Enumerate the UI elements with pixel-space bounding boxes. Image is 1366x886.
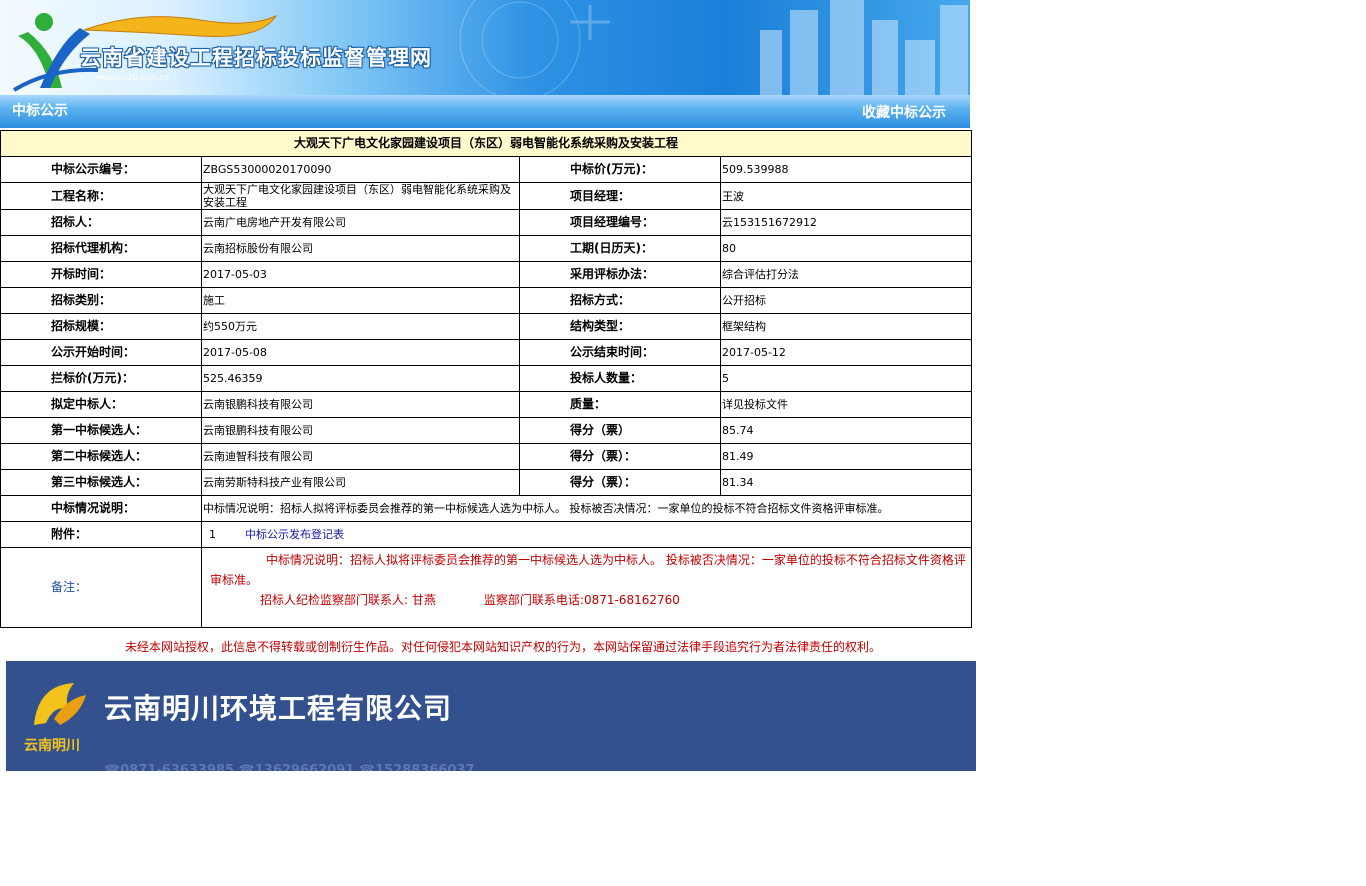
field-value: 2017-05-12 bbox=[719, 339, 973, 366]
field-value: 云南招标股份有限公司 bbox=[201, 235, 520, 262]
field-label: 拟定中标人： bbox=[0, 391, 202, 418]
field-value: 云南广电房地产开发有限公司 bbox=[201, 209, 520, 236]
field-label: 第二中标候选人： bbox=[0, 443, 202, 470]
field-value: 大观天下广电文化家园建设项目（东区）弱电智能化系统采购及安装工程 bbox=[201, 182, 520, 210]
field-value: 约550万元 bbox=[201, 313, 520, 340]
field-label: 得分（票）： bbox=[519, 469, 721, 496]
field-value: 80 bbox=[719, 235, 973, 262]
table-row: 招标类别： 施工 招标方式： 公开招标 bbox=[0, 287, 973, 314]
field-label: 招标人： bbox=[0, 209, 202, 236]
field-value: 施工 bbox=[201, 287, 520, 314]
field-label: 开标时间： bbox=[0, 261, 202, 288]
table-row: 招标代理机构： 云南招标股份有限公司 工期(日历天)： 80 bbox=[0, 235, 973, 262]
field-label: 项目经理编号： bbox=[519, 209, 721, 236]
field-label: 得分（票）： bbox=[519, 443, 721, 470]
field-value: ZBGS53000020170090 bbox=[201, 156, 520, 183]
phone-label: 监察部门联系电话: bbox=[483, 593, 584, 607]
field-label: 招标规模： bbox=[0, 313, 202, 340]
field-value: 509.539988 bbox=[719, 156, 973, 183]
situation-row: 中标情况说明： 中标情况说明：招标人拟将评标委员会推荐的第一中标候选人选为中标人。… bbox=[0, 495, 973, 522]
gold-swoosh-icon bbox=[83, 14, 278, 38]
advertisement-banner[interactable]: 云南明川环境工程有限公司 云南明川 ☎0871-63633985 ☎136296… bbox=[6, 661, 976, 771]
field-label: 得分（票） bbox=[519, 417, 721, 444]
field-label: 投标人数量： bbox=[519, 365, 721, 392]
bookmark-link[interactable]: 收藏中标公示 bbox=[862, 102, 946, 122]
field-label: 工期(日历天)： bbox=[519, 235, 721, 262]
field-label: 项目经理： bbox=[519, 182, 721, 210]
field-label: 招标类别： bbox=[0, 287, 202, 314]
field-label: 第一中标候选人： bbox=[0, 417, 202, 444]
field-value: 85.74 bbox=[719, 417, 973, 444]
field-value: 云南迪智科技有限公司 bbox=[201, 443, 520, 470]
field-value: 525.46359 bbox=[201, 365, 520, 392]
table-row: 第二中标候选人： 云南迪智科技有限公司 得分（票）： 81.49 bbox=[0, 443, 973, 470]
table-row: 开标时间： 2017-05-03 采用评标办法： 综合评估打分法 bbox=[0, 261, 973, 288]
field-label: 质量： bbox=[519, 391, 721, 418]
section-title: 中标公示 bbox=[12, 103, 68, 119]
attachment-number: 1 bbox=[209, 528, 216, 541]
table-row: 公示开始时间： 2017-05-08 公示结束时间： 2017-05-12 bbox=[0, 339, 973, 366]
table-row: 第一中标候选人： 云南银鹏科技有限公司 得分（票） 85.74 bbox=[0, 417, 973, 444]
field-value: 公开招标 bbox=[719, 287, 973, 314]
field-value: 81.34 bbox=[719, 469, 973, 496]
company-name: 云南明川环境工程有限公司 bbox=[104, 692, 453, 725]
remarks-contact-line: 招标人纪检监察部门联系人: 甘燕 监察部门联系电话:0871-68162760 bbox=[210, 590, 969, 610]
field-label: 采用评标办法： bbox=[519, 261, 721, 288]
field-value: 2017-05-03 bbox=[201, 261, 520, 288]
situation-label: 中标情况说明： bbox=[0, 495, 202, 522]
table-row: 中标公示编号： ZBGS53000020170090 中标价(万元)： 509.539… bbox=[0, 156, 973, 183]
contact-label: 招标人纪检监察部门联系人: bbox=[260, 593, 409, 607]
copyright-notice: 未经本网站授权，此信息不得转载或创制衍生作品。对任何侵犯本网站知识产权的行为，本… bbox=[124, 640, 881, 654]
field-label: 招标代理机构： bbox=[0, 235, 202, 262]
field-value: 详见投标文件 bbox=[719, 391, 973, 418]
award-announcement-table: 大观天下广电文化家园建设项目（东区）弱电智能化系统采购及安装工程 中标公示编号：… bbox=[0, 130, 973, 628]
field-value: 81.49 bbox=[719, 443, 973, 470]
site-header-banner: 云南省建设工程招标投标监督管理网 www.yn2b.com.cn bbox=[0, 0, 970, 95]
field-value: 云南银鹏科技有限公司 bbox=[201, 391, 520, 418]
site-title: 云南省建设工程招标投标监督管理网 bbox=[80, 46, 432, 70]
field-label: 中标公示编号： bbox=[0, 156, 202, 183]
field-label: 招标方式： bbox=[519, 287, 721, 314]
field-value: 云153151672912 bbox=[719, 209, 973, 236]
contact-name: 甘燕 bbox=[411, 593, 436, 607]
table-row: 拦标价(万元)： 525.46359 投标人数量： 5 bbox=[0, 365, 973, 392]
field-label: 公示开始时间： bbox=[0, 339, 202, 366]
field-value: 综合评估打分法 bbox=[719, 261, 973, 288]
field-value: 2017-05-08 bbox=[201, 339, 520, 366]
table-row: 招标规模： 约550万元 结构类型： 框架结构 bbox=[0, 313, 973, 340]
field-value: 云南劳斯特科技产业有限公司 bbox=[201, 469, 520, 496]
table-row: 第三中标候选人： 云南劳斯特科技产业有限公司 得分（票）： 81.34 bbox=[0, 469, 973, 496]
field-label: 公示结束时间： bbox=[519, 339, 721, 366]
situation-value: 中标情况说明：招标人拟将评标委员会推荐的第一中标候选人选为中标人。 投标被否决情… bbox=[200, 495, 973, 522]
table-row: 拟定中标人： 云南银鹏科技有限公司 质量： 详见投标文件 bbox=[0, 391, 973, 418]
project-title: 大观天下广电文化家园建设项目（东区）弱电智能化系统采购及安装工程 bbox=[0, 130, 973, 157]
remarks-content: 中标情况说明：招标人拟将评标委员会推荐的第一中标候选人选为中标人。 投标被否决情… bbox=[200, 547, 973, 628]
attachment-cell: 1 中标公示发布登记表 bbox=[200, 521, 973, 548]
company-logo-icon bbox=[34, 683, 86, 725]
field-label: 结构类型： bbox=[519, 313, 721, 340]
attachment-row: 附件： 1 中标公示发布登记表 bbox=[0, 521, 973, 548]
remarks-line: 中标情况说明：招标人拟将评标委员会推荐的第一中标候选人选为中标人。 投标被否决情… bbox=[210, 553, 966, 587]
field-value: 王波 bbox=[719, 182, 973, 210]
field-label: 拦标价(万元)： bbox=[0, 365, 202, 392]
remarks-label: 备注： bbox=[0, 547, 202, 628]
phone-value: 0871-68162760 bbox=[583, 593, 680, 607]
company-logo-text: 云南明川 bbox=[24, 738, 80, 754]
section-bar: 中标公示 收藏中标公示 bbox=[0, 95, 970, 128]
table-row: 招标人： 云南广电房地产开发有限公司 项目经理编号： 云153151672912 bbox=[0, 209, 973, 236]
field-value: 5 bbox=[719, 365, 973, 392]
attachment-label: 附件： bbox=[0, 521, 202, 548]
attachment-link[interactable]: 中标公示发布登记表 bbox=[245, 528, 344, 541]
table-row: 工程名称： 大观天下广电文化家园建设项目（东区）弱电智能化系统采购及安装工程 项目经… bbox=[0, 182, 973, 210]
field-label: 中标价(万元)： bbox=[519, 156, 721, 183]
field-label: 第三中标候选人： bbox=[0, 469, 202, 496]
field-label: 工程名称： bbox=[0, 182, 202, 210]
table-title-row: 大观天下广电文化家园建设项目（东区）弱电智能化系统采购及安装工程 bbox=[0, 130, 973, 157]
field-value: 框架结构 bbox=[719, 313, 973, 340]
site-url: www.yn2b.com.cn bbox=[96, 73, 170, 82]
remarks-row: 备注： 中标情况说明：招标人拟将评标委员会推荐的第一中标候选人选为中标人。 投标被… bbox=[0, 547, 973, 628]
company-phones: ☎0871-63633985 ☎13629662091 ☎15288366037 bbox=[104, 763, 475, 771]
field-value: 云南银鹏科技有限公司 bbox=[201, 417, 520, 444]
